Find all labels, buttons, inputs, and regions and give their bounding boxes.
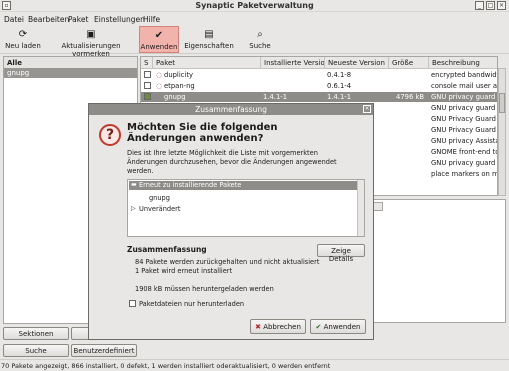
custom-filter-button[interactable]: Benutzerdefiniert (71, 344, 137, 357)
apply-dialog-button[interactable]: ✔ Anwenden (310, 319, 366, 334)
reload-icon: ⟳ (18, 29, 28, 40)
table-scrollbar[interactable] (498, 68, 506, 196)
show-details-button[interactable]: Zeige Details (317, 244, 365, 263)
package-description: GNU privacy guard - (431, 93, 498, 101)
summary-dialog: Zusammenfassung × ? Möchten Sie die folg… (88, 103, 374, 340)
table-row[interactable]: ◌ etpan-ng 0.6.1-4 console mail user ag (141, 81, 498, 91)
package-description: place markers on ma (431, 170, 498, 178)
latest-version: 0.6.1-4 (327, 82, 352, 90)
updates-icon: ▣ (86, 29, 96, 40)
window-titlebar[interactable]: ▫ Synaptic Paketverwaltung _ □ × (0, 0, 509, 12)
package-description: GNOME front-end to (431, 148, 498, 156)
checkmark-icon: ✔ (315, 323, 322, 331)
package-description: encrypted bandwidth (431, 71, 498, 79)
dialog-close-icon[interactable]: × (363, 105, 371, 113)
column-description[interactable]: Beschreibung (429, 57, 497, 69)
package-description: GNU privacy guard - (431, 159, 498, 167)
sections-button[interactable]: Sektionen (3, 327, 69, 340)
table-row-selected[interactable]: gnupg 1.4.1-1 1.4.1-1 4796 kB GNU privac… (141, 92, 498, 102)
menu-einstellungen[interactable]: Einstellungen (94, 15, 145, 24)
question-icon: ? (99, 124, 121, 146)
summary-line: 1 Paket wird erneut installiert (135, 267, 233, 275)
package-name: etpan-ng (164, 82, 195, 90)
properties-button[interactable]: ▤ Eigenschaften (183, 26, 235, 53)
cancel-icon: ✖ (255, 323, 261, 331)
latest-version: 1.4.1-1 (327, 93, 352, 101)
filter-list-header[interactable]: Alle (4, 57, 137, 68)
tree-group-label: Erneut zu installierende Pakete (139, 181, 242, 189)
package-name: duplicity (164, 71, 194, 79)
checkmark-icon: ✔ (154, 30, 164, 41)
column-installed-version[interactable]: Installierte Version (261, 57, 325, 69)
apply-label: Anwenden (140, 43, 178, 51)
column-latest-version[interactable]: Neueste Version (325, 57, 389, 69)
reload-label: Neu laden (5, 42, 41, 50)
properties-icon: ▤ (204, 29, 214, 40)
package-description: GNU privacy Assista (431, 137, 498, 145)
search-button[interactable]: ⌕ Suche (244, 26, 276, 53)
summary-line: 1908 kB müssen heruntergeladen werden (135, 285, 274, 293)
package-description: GNU privacy guard - (431, 104, 498, 112)
maximize-icon[interactable]: □ (486, 1, 495, 10)
menu-paket[interactable]: Paket (68, 15, 88, 24)
search-icon: ⌕ (257, 29, 263, 40)
dialog-description: Dies ist Ihre letzte Möglichkeit die Lis… (127, 149, 337, 175)
apply-label: Anwenden (323, 323, 361, 331)
cancel-button[interactable]: ✖ Abbrechen (250, 319, 306, 334)
dialog-titlebar[interactable]: Zusammenfassung × (89, 104, 373, 115)
filter-item-selected[interactable]: gnupg (4, 68, 137, 78)
reload-button[interactable]: ⟳ Neu laden (3, 26, 43, 53)
tree-item[interactable]: gnupg (149, 194, 170, 202)
changes-tree: ▬ Erneut zu installierende Pakete gnupg … (127, 179, 365, 237)
tree-group-unchanged[interactable]: ▷ Unverändert (129, 205, 180, 213)
search-filter-button[interactable]: Suche (3, 344, 69, 357)
summary-line: 84 Pakete werden zurückgehalten und nich… (135, 258, 320, 266)
summary-heading: Zusammenfassung (127, 245, 207, 254)
column-package[interactable]: Paket (153, 57, 261, 69)
installed-version: 1.4.1-1 (263, 93, 288, 101)
row-checkbox[interactable] (144, 71, 151, 78)
package-name: gnupg (164, 93, 186, 101)
close-icon[interactable]: × (497, 1, 506, 10)
cancel-label: Abbrechen (263, 323, 301, 331)
column-size[interactable]: Größe (389, 57, 429, 69)
dialog-title: Zusammenfassung (195, 105, 267, 114)
tree-group-reinstall[interactable]: ▬ Erneut zu installierende Pakete (129, 181, 357, 190)
table-row[interactable]: ◌ duplicity 0.4.1-8 encrypted bandwidth (141, 70, 498, 80)
download-only-label: Paketdateien nur herunterladen (139, 300, 245, 308)
package-description: GNU Privacy Guard (431, 115, 496, 123)
dialog-heading: Möchten Sie die folgenden Änderungen anw… (127, 122, 278, 144)
minimize-icon[interactable]: _ (475, 1, 484, 10)
download-only-checkbox[interactable] (129, 300, 136, 307)
package-description: GNU Privacy Guard o (431, 126, 498, 134)
apply-button[interactable]: ✔ Anwenden (139, 26, 179, 53)
row-checkbox[interactable] (144, 82, 151, 89)
scrollbar-thumb[interactable] (499, 93, 505, 113)
latest-version: 0.4.1-8 (327, 71, 352, 79)
tree-scrollbar[interactable] (357, 180, 364, 236)
window-title: Synaptic Paketverwaltung (195, 1, 314, 10)
expand-icon[interactable]: ▷ (131, 205, 136, 212)
package-status-icon: ◌ (156, 71, 162, 79)
tree-group-label: Unverändert (139, 205, 181, 213)
properties-label: Eigenschaften (184, 42, 234, 50)
toolbar: ⟳ Neu laden ▣ Aktualisierungen vormerken… (0, 25, 509, 58)
menu-hilfe[interactable]: Hilfe (143, 15, 160, 24)
menu-bearbeiten[interactable]: Bearbeiten (28, 15, 69, 24)
search-label: Suche (249, 42, 271, 50)
menu-datei[interactable]: Datei (4, 15, 24, 24)
collapse-icon[interactable]: ▬ (131, 181, 137, 188)
mark-updates-button[interactable]: ▣ Aktualisierungen vormerken (45, 26, 137, 58)
row-checkbox[interactable] (144, 93, 151, 100)
package-description: console mail user ag (431, 82, 498, 90)
menubar: Datei Bearbeiten Paket Einstellungen Hil… (0, 13, 509, 25)
package-status-icon: ◌ (156, 82, 162, 90)
package-size: 4796 kB (396, 93, 425, 101)
status-bar: 70 Pakete angezeigt, 866 installiert, 0 … (0, 359, 509, 371)
column-status[interactable]: S (141, 57, 153, 69)
